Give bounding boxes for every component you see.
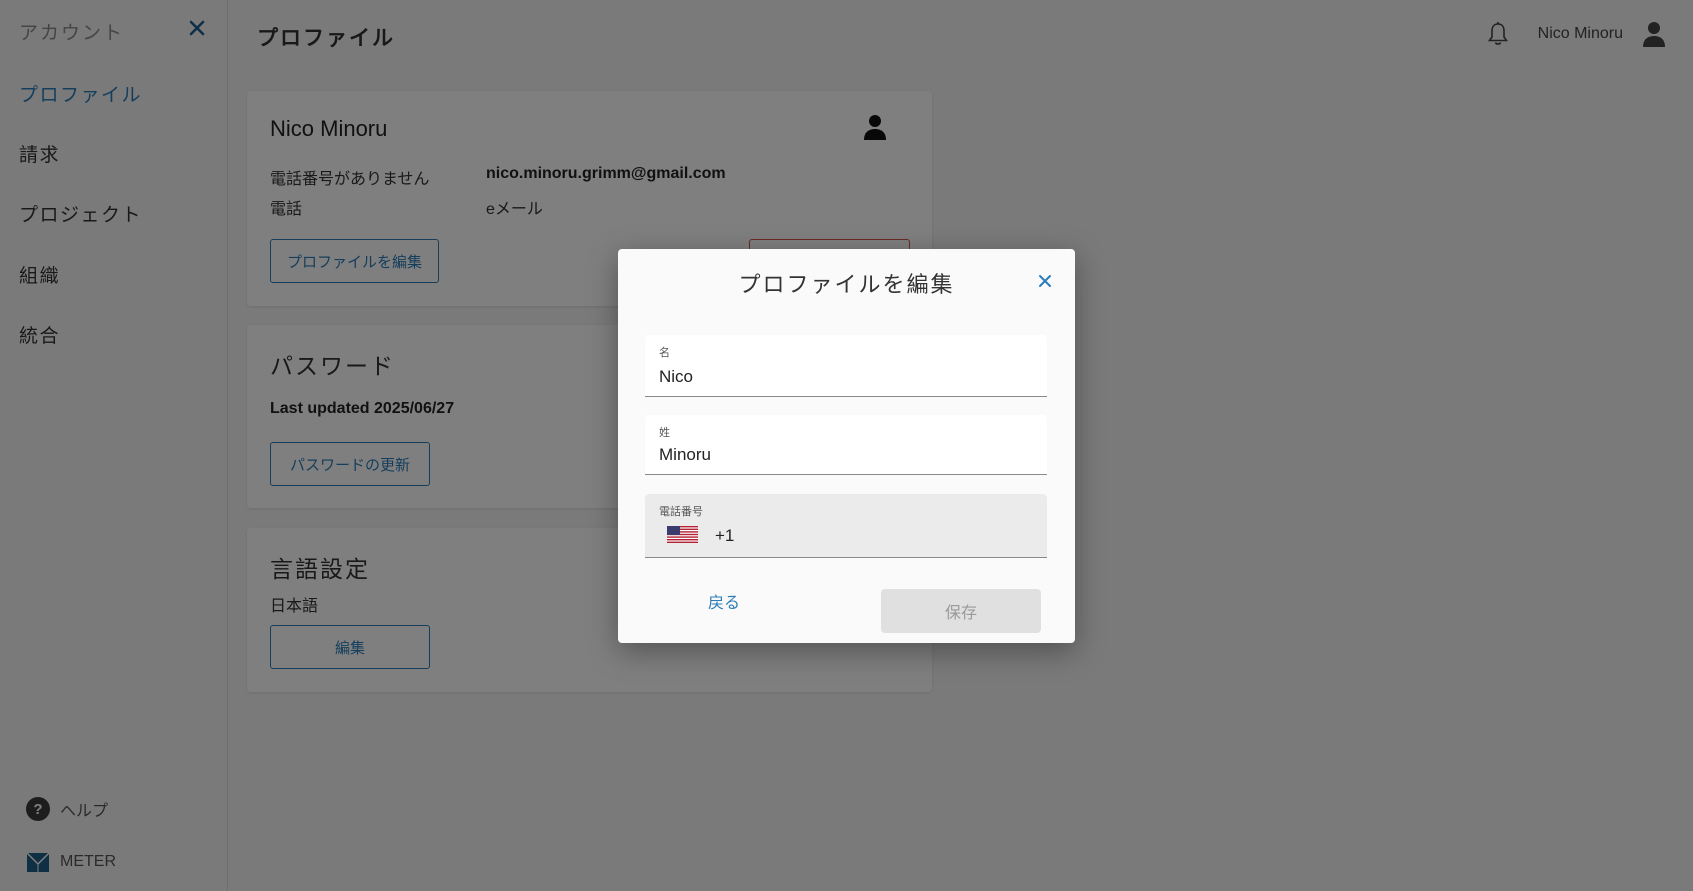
first-name-field[interactable]: 名 Nico: [645, 335, 1047, 397]
us-flag-icon[interactable]: [667, 526, 698, 543]
last-name-label: 姓: [659, 426, 670, 439]
phone-country-code[interactable]: +1: [715, 526, 734, 546]
first-name-label: 名: [659, 346, 670, 359]
phone-number-field[interactable]: 電話番号 +1: [645, 494, 1047, 558]
dialog-close-icon[interactable]: [1037, 273, 1053, 289]
save-button[interactable]: 保存: [881, 589, 1041, 633]
back-button[interactable]: 戻る: [708, 589, 740, 613]
dialog-title: プロファイルを編集: [738, 273, 955, 298]
phone-number-label: 電話番号: [659, 505, 703, 518]
last-name-field[interactable]: 姓 Minoru: [645, 415, 1047, 475]
last-name-value[interactable]: Minoru: [659, 445, 711, 465]
first-name-value[interactable]: Nico: [659, 367, 693, 387]
edit-profile-dialog: プロファイルを編集 名 Nico 姓 Minoru 電話番号 +1 戻る 保存: [618, 249, 1075, 643]
